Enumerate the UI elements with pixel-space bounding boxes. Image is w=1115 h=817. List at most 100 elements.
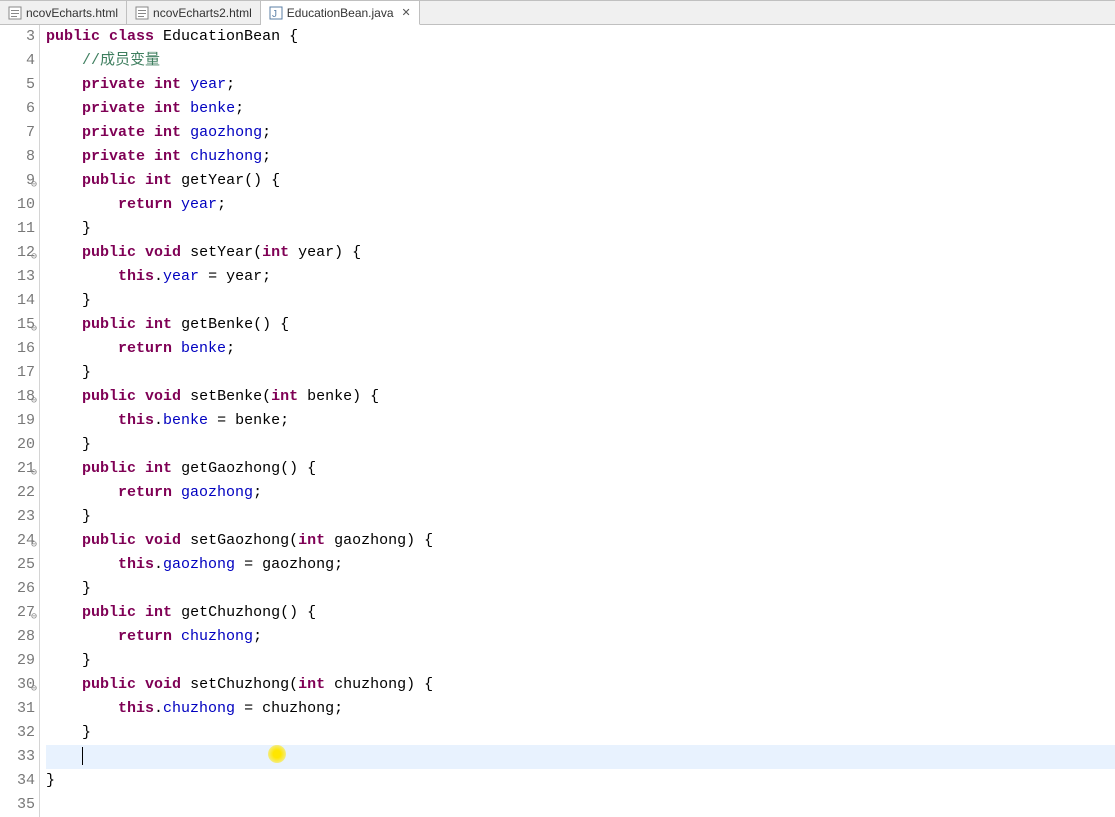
line-number: 5 xyxy=(0,73,35,97)
token-id xyxy=(46,532,82,549)
token-id: ; xyxy=(217,196,226,213)
code-line[interactable]: public int getGaozhong() { xyxy=(46,457,1115,481)
line-number-gutter: 3456789⊖101112⊖131415⊖161718⊖192021⊖2223… xyxy=(0,25,40,817)
token-kw: return xyxy=(118,628,172,645)
code-line[interactable]: } xyxy=(46,217,1115,241)
token-fld: chuzhong xyxy=(190,148,262,165)
token-kw: void xyxy=(145,244,181,261)
code-line[interactable]: this.chuzhong = chuzhong; xyxy=(46,697,1115,721)
code-line[interactable]: } xyxy=(46,721,1115,745)
token-id: . xyxy=(154,700,163,717)
code-line[interactable] xyxy=(46,793,1115,817)
code-line[interactable]: return benke; xyxy=(46,337,1115,361)
code-line[interactable]: return year; xyxy=(46,193,1115,217)
code-area[interactable]: public class EducationBean { //成员变量 priv… xyxy=(40,25,1115,817)
token-kw: public xyxy=(46,28,100,45)
token-cm: //成员变量 xyxy=(82,52,160,69)
token-id xyxy=(46,748,82,765)
token-kw: int xyxy=(145,460,172,477)
token-id xyxy=(46,628,118,645)
svg-text:J: J xyxy=(272,9,277,20)
token-id xyxy=(136,604,145,621)
token-kw: void xyxy=(145,676,181,693)
token-kw: int xyxy=(145,604,172,621)
code-line[interactable]: public void setYear(int year) { xyxy=(46,241,1115,265)
token-kw: int xyxy=(271,388,298,405)
line-number: 6 xyxy=(0,97,35,121)
line-number: 14 xyxy=(0,289,35,313)
token-id: } xyxy=(46,436,91,453)
line-number: 13 xyxy=(0,265,35,289)
code-line[interactable]: private int chuzhong; xyxy=(46,145,1115,169)
code-line[interactable]: public void setBenke(int benke) { xyxy=(46,385,1115,409)
code-line[interactable]: public void setChuzhong(int chuzhong) { xyxy=(46,673,1115,697)
token-id: } xyxy=(46,292,91,309)
code-line[interactable]: this.gaozhong = gaozhong; xyxy=(46,553,1115,577)
code-line[interactable]: private int benke; xyxy=(46,97,1115,121)
token-id xyxy=(46,100,82,117)
token-fld: benke xyxy=(181,340,226,357)
code-line[interactable]: this.year = year; xyxy=(46,265,1115,289)
code-line[interactable]: return gaozhong; xyxy=(46,481,1115,505)
close-icon[interactable]: ✕ xyxy=(402,6,411,19)
line-number: 3 xyxy=(0,25,35,49)
code-line[interactable]: } xyxy=(46,649,1115,673)
line-number: 34 xyxy=(0,769,35,793)
line-number: 28 xyxy=(0,625,35,649)
java-file-icon: J xyxy=(269,6,283,20)
line-number: 16 xyxy=(0,337,35,361)
token-id: = chuzhong; xyxy=(235,700,343,717)
token-fld: benke xyxy=(163,412,208,429)
token-id: ; xyxy=(253,484,262,501)
token-kw: return xyxy=(118,196,172,213)
token-id xyxy=(46,124,82,141)
code-line[interactable]: public int getChuzhong() { xyxy=(46,601,1115,625)
token-fld: year xyxy=(163,268,199,285)
token-id xyxy=(46,196,118,213)
token-kw: int xyxy=(298,532,325,549)
code-line[interactable] xyxy=(46,745,1115,769)
tab-ncovecharts-html[interactable]: ncovEcharts.html xyxy=(0,1,127,24)
code-line[interactable]: //成员变量 xyxy=(46,49,1115,73)
token-id: ; xyxy=(253,628,262,645)
tab-ncovecharts2-html[interactable]: ncovEcharts2.html xyxy=(127,1,261,24)
token-id xyxy=(136,532,145,549)
tab-educationbean-java[interactable]: JEducationBean.java✕ xyxy=(261,1,420,25)
token-id xyxy=(172,340,181,357)
token-fld: year xyxy=(190,76,226,93)
token-id: } xyxy=(46,220,91,237)
token-id xyxy=(46,316,82,333)
token-id xyxy=(46,676,82,693)
token-id xyxy=(46,484,118,501)
code-line[interactable]: this.benke = benke; xyxy=(46,409,1115,433)
line-number: 21⊖ xyxy=(0,457,35,481)
token-kw: public xyxy=(82,604,136,621)
code-line[interactable]: } xyxy=(46,577,1115,601)
line-number: 11 xyxy=(0,217,35,241)
token-id xyxy=(145,148,154,165)
code-line[interactable]: public class EducationBean { xyxy=(46,25,1115,49)
line-number: 17 xyxy=(0,361,35,385)
token-id: . xyxy=(154,412,163,429)
token-id: = year; xyxy=(199,268,271,285)
token-id xyxy=(136,316,145,333)
code-line[interactable]: private int gaozhong; xyxy=(46,121,1115,145)
code-line[interactable]: public void setGaozhong(int gaozhong) { xyxy=(46,529,1115,553)
code-line[interactable]: public int getYear() { xyxy=(46,169,1115,193)
token-kw: return xyxy=(118,340,172,357)
code-line[interactable]: public int getBenke() { xyxy=(46,313,1115,337)
editor-area: 3456789⊖101112⊖131415⊖161718⊖192021⊖2223… xyxy=(0,25,1115,817)
code-line[interactable]: private int year; xyxy=(46,73,1115,97)
token-kw: int xyxy=(154,100,181,117)
token-kw: public xyxy=(82,172,136,189)
code-line[interactable]: } xyxy=(46,433,1115,457)
token-kw: this xyxy=(118,412,154,429)
code-line[interactable]: } xyxy=(46,505,1115,529)
token-fld: gaozhong xyxy=(181,484,253,501)
code-line[interactable]: } xyxy=(46,361,1115,385)
code-line[interactable]: return chuzhong; xyxy=(46,625,1115,649)
token-kw: private xyxy=(82,76,145,93)
code-line[interactable]: } xyxy=(46,289,1115,313)
line-number: 10 xyxy=(0,193,35,217)
code-line[interactable]: } xyxy=(46,769,1115,793)
